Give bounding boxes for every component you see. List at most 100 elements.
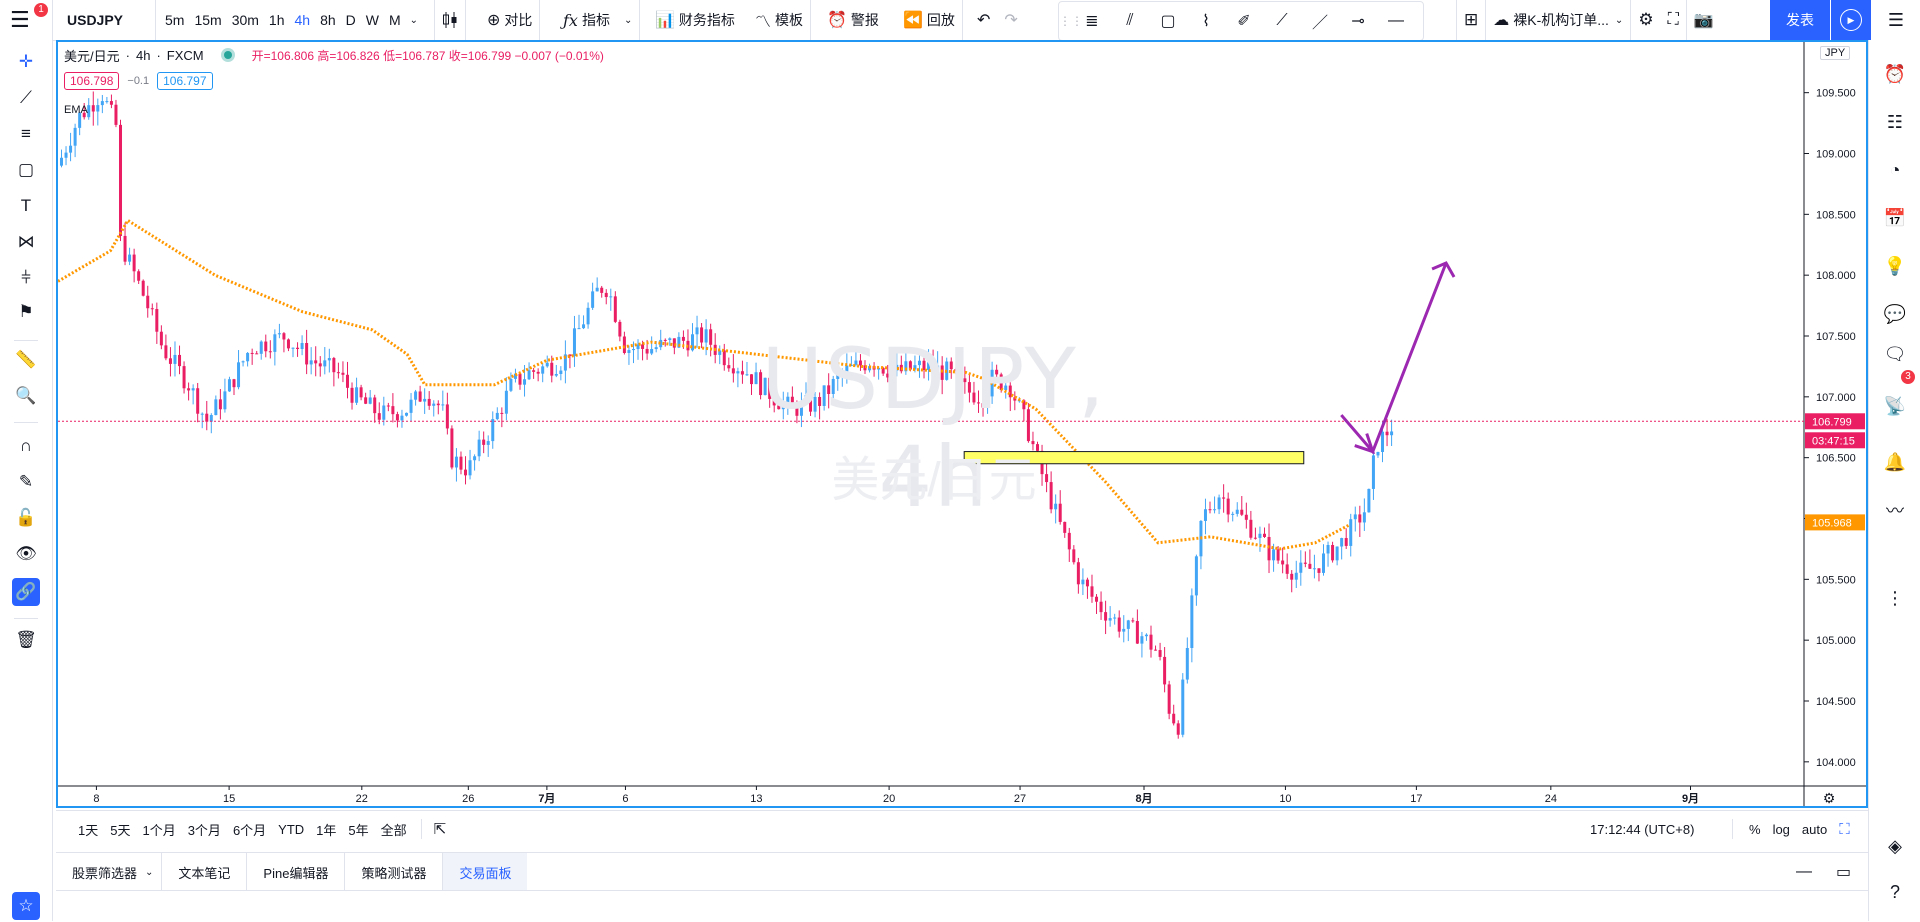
templates-button[interactable]: 〽模板 — [748, 0, 812, 40]
clock[interactable]: 17:12:44 (UTC+8) — [1590, 811, 1694, 847]
watchlist-icon[interactable]: ☰ — [1872, 0, 1920, 40]
trash-icon[interactable]: 🗑 — [12, 626, 40, 654]
range-5y[interactable]: 5年 — [342, 820, 374, 839]
tab-strategy-tester[interactable]: 策略测试器 — [345, 853, 444, 891]
range-6m[interactable]: 6个月 — [227, 820, 272, 839]
parallel-channel-icon[interactable]: ≣ — [1073, 11, 1111, 31]
camera-icon[interactable]: 📷 — [1687, 0, 1721, 40]
eye-icon[interactable]: 👁 — [12, 540, 40, 568]
interval-4h[interactable]: 4h — [290, 0, 316, 40]
shape-tool-icon[interactable]: ▢ — [12, 156, 40, 184]
messages-icon[interactable]: 🗨 — [1881, 340, 1909, 368]
chart-type-button[interactable] — [434, 0, 466, 40]
prediction-tool-icon[interactable]: ⫩ — [12, 264, 40, 292]
interval-15m[interactable]: 15m — [189, 0, 226, 40]
currency-label[interactable]: JPY — [1820, 46, 1851, 60]
compare-button[interactable]: ⊕ 对比 — [480, 0, 541, 40]
horizontal-ray-icon[interactable]: ⊸ — [1339, 11, 1377, 31]
minimize-icon[interactable]: — — [1796, 853, 1812, 891]
magnet-icon[interactable]: ∩ — [12, 432, 40, 460]
text-tool-icon[interactable]: T — [12, 192, 40, 220]
horizontal-line-icon[interactable]: — — [1377, 12, 1415, 30]
trendline-icon[interactable]: ⟋ — [1263, 12, 1301, 30]
rectangle-icon[interactable]: ▢ — [1149, 11, 1187, 31]
redo-icon[interactable]: ↷ — [997, 0, 1024, 40]
menu-button[interactable]: ☰ 1 — [10, 0, 48, 40]
zoom-in-icon[interactable]: 🔍 — [12, 382, 40, 410]
ema-legend[interactable]: EMA — [64, 104, 88, 116]
layout-group: ⊞ ☁ 裸K-机构订单... ⌄ ⚙ ⛶ 📷 — [1456, 0, 1721, 40]
trendline-tool-icon[interactable]: ⟋ — [12, 84, 40, 112]
maximize-icon[interactable]: ⛶ — [1833, 821, 1856, 838]
range-all[interactable]: 全部 — [375, 820, 413, 839]
drag-handle-icon[interactable]: ⋮⋮ — [1059, 14, 1083, 28]
interval-30m[interactable]: 30m — [227, 0, 264, 40]
range-ytd[interactable]: YTD — [272, 822, 310, 837]
hotlist-icon[interactable]: ◔ — [1881, 156, 1909, 184]
dom-icon[interactable]: ⋮ — [1881, 584, 1909, 612]
star-icon[interactable]: ☆ — [12, 892, 40, 920]
gear-icon[interactable]: ⚙ — [1631, 0, 1660, 40]
symbol-search[interactable]: USDJPY — [52, 0, 156, 40]
replay-button[interactable]: ⏪ 回放 — [896, 0, 963, 40]
ideas-icon[interactable]: 💡 — [1881, 252, 1909, 280]
interval-dropdown-icon[interactable]: ⌄ — [406, 0, 422, 40]
alarm-clock-icon[interactable]: ⏰ — [1881, 60, 1909, 88]
data-window-icon[interactable]: ☷ — [1881, 108, 1909, 136]
interval-5m[interactable]: 5m — [160, 0, 189, 40]
layout-select[interactable]: ☁ 裸K-机构订单... ⌄ — [1486, 0, 1630, 40]
auto-toggle[interactable]: auto — [1796, 822, 1833, 837]
sell-button[interactable]: 106.798 — [64, 72, 120, 90]
interval-m[interactable]: M — [384, 0, 406, 40]
tab-pine-editor[interactable]: Pine编辑器 — [247, 853, 346, 891]
stream-button[interactable]: ▶ — [1831, 0, 1871, 40]
bell-icon[interactable]: 🔔 — [1881, 448, 1909, 476]
brush-icon[interactable]: ✐ — [1225, 11, 1263, 31]
interval-d[interactable]: D — [341, 0, 361, 40]
ruler-icon[interactable]: 📏 — [12, 346, 40, 374]
fullscreen-icon[interactable]: ⛶ — [1661, 0, 1686, 40]
link-icon[interactable]: 🔗 — [12, 578, 40, 606]
range-1d[interactable]: 1天 — [72, 820, 104, 839]
tab-trading-panel[interactable]: 交易面板 — [443, 853, 528, 891]
interval-1h[interactable]: 1h — [264, 0, 290, 40]
alert-button[interactable]: ⏰ 警报 — [820, 0, 886, 40]
range-5d[interactable]: 5天 — [104, 820, 136, 839]
pattern-tool-icon[interactable]: ⋈ — [12, 228, 40, 256]
range-1m[interactable]: 1个月 — [136, 820, 181, 839]
chart-wave-icon[interactable]: 〰 — [1881, 496, 1909, 524]
layers-icon[interactable]: ◈ — [1881, 832, 1909, 860]
buy-button[interactable]: 106.797 — [157, 72, 213, 90]
range-1y[interactable]: 1年 — [310, 820, 342, 839]
help-icon[interactable]: ? — [1881, 878, 1909, 906]
signal-icon[interactable]: 📡 — [1881, 392, 1909, 420]
regression-icon[interactable]: ⫽ — [1111, 12, 1149, 30]
interval-8h[interactable]: 8h — [315, 0, 341, 40]
lock-pencil-icon[interactable]: ✎ — [12, 468, 40, 496]
maximize-panel-icon[interactable]: ▭ — [1836, 853, 1851, 891]
grid-layout-icon[interactable]: ⊞ — [1457, 0, 1485, 40]
goto-date-icon[interactable]: ⇱ — [430, 820, 451, 838]
path-icon[interactable]: ⌇ — [1187, 11, 1225, 31]
candle-body — [232, 379, 236, 388]
financials-button[interactable]: 📊 财务指标 — [648, 0, 742, 40]
interval-w[interactable]: W — [361, 0, 384, 40]
calendar-icon[interactable]: 📅 — [1881, 204, 1909, 232]
candles-icon[interactable] — [435, 0, 465, 40]
indicators-button[interactable]: ƒx 指标 ⌄ — [556, 0, 641, 40]
tab-screener[interactable]: 股票筛选器 ⌄ — [56, 853, 163, 891]
lock-icon[interactable]: 🔓 — [12, 504, 40, 532]
fib-tool-icon[interactable]: ≡ — [12, 120, 40, 148]
publish-button[interactable]: 发表 — [1770, 0, 1830, 40]
undo-icon[interactable]: ↶ — [970, 0, 997, 40]
chat-icon[interactable]: 💬 — [1881, 300, 1909, 328]
ray-icon[interactable]: ／ — [1301, 9, 1339, 33]
tab-text-notes[interactable]: 文本笔记 — [162, 853, 248, 891]
candle-body — [1276, 549, 1280, 561]
icon-tool-icon[interactable]: ⚑ — [12, 298, 40, 326]
crosshair-icon[interactable]: ✛ — [12, 48, 40, 76]
log-toggle[interactable]: log — [1767, 822, 1796, 837]
legend-symbol[interactable]: 美元/日元 — [64, 46, 120, 65]
percent-toggle[interactable]: % — [1743, 822, 1767, 837]
range-3m[interactable]: 3个月 — [182, 820, 227, 839]
